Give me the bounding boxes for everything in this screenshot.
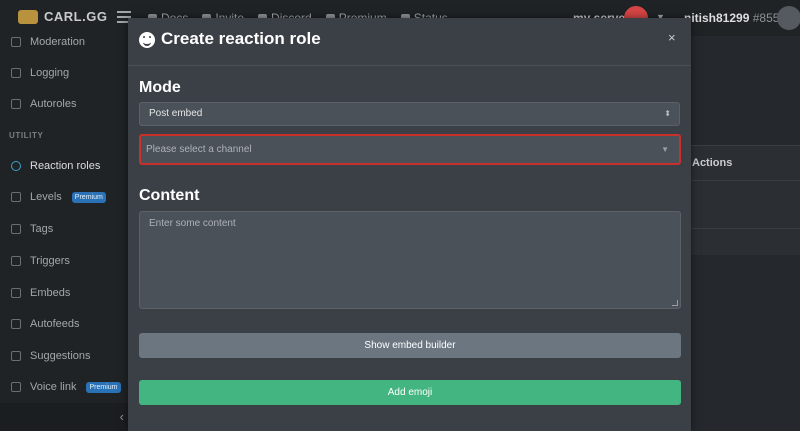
tag-icon [11,224,21,234]
sidebar-collapse-button[interactable]: ‹ [0,403,128,431]
mode-select[interactable]: Post embed ⬍ [139,102,680,126]
close-icon[interactable]: × [668,30,676,45]
sidebar-item-levels[interactable]: Levels Premium [0,187,128,207]
channel-select[interactable]: Please select a channel ▼ [139,134,681,165]
sidebar-item-triggers[interactable]: Triggers [0,251,128,271]
modal-title: Create reaction role [161,29,321,48]
hammer-icon [11,37,21,47]
user-avatar[interactable] [777,6,800,30]
sidebar-item-reaction-roles[interactable]: Reaction roles [0,156,128,176]
reaction-icon [11,161,21,171]
link-icon [11,382,21,392]
resize-grip-icon[interactable] [672,300,678,306]
select-arrows-icon: ⬍ [664,109,671,118]
table-divider [690,228,800,229]
sidebar-item-tags[interactable]: Tags [0,219,128,239]
content-textarea[interactable]: Enter some content [139,211,681,309]
sidebar-item-embeds[interactable]: Embeds [0,283,128,303]
content-heading: Content [139,187,200,204]
username: nitish81299 [684,11,750,25]
user-menu[interactable]: nitish81299 #8552 [684,11,786,25]
smiley-icon [139,32,155,48]
sidebar-item-voice-link[interactable]: Voice link Premium [0,377,128,397]
trigger-icon [11,256,21,266]
chevron-left-icon: ‹ [119,409,124,424]
sidebar-item-autofeeds[interactable]: Autofeeds [0,314,128,334]
user-icon [11,99,21,109]
logo[interactable]: CARL.GG [18,9,107,24]
sidebar-section-utility: UTILITY [9,131,44,140]
sidebar: Moderation Logging Autoroles UTILITY Rea… [0,36,128,431]
content-placeholder: Enter some content [149,218,236,229]
lightbulb-icon [11,351,21,361]
logo-icon [18,9,38,24]
logo-text: CARL.GG [44,9,108,24]
premium-badge: Premium [86,381,121,393]
mode-heading: Mode [139,79,181,96]
sidebar-item-moderation[interactable]: Moderation [0,32,128,52]
rss-icon [11,319,21,329]
channel-select-placeholder: Please select a channel [146,144,252,155]
mode-select-value: Post embed [149,108,203,119]
show-embed-builder-button[interactable]: Show embed builder [139,333,681,358]
embed-icon [11,288,21,298]
modal-header: Create reaction role × [128,18,691,66]
log-icon [11,68,21,78]
sidebar-item-suggestions[interactable]: Suggestions [0,346,128,366]
chevron-down-icon: ▼ [661,145,669,154]
table-header-actions: Actions [692,157,733,169]
bar-chart-icon [11,192,21,202]
sidebar-item-logging[interactable]: Logging [0,63,128,83]
premium-badge: Premium [71,191,106,203]
create-reaction-role-modal: Create reaction role × Mode Post embed ⬍… [128,18,691,431]
table-divider [690,180,800,181]
sidebar-item-autoroles[interactable]: Autoroles [0,94,128,114]
add-emoji-button[interactable]: Add emoji [139,380,681,405]
